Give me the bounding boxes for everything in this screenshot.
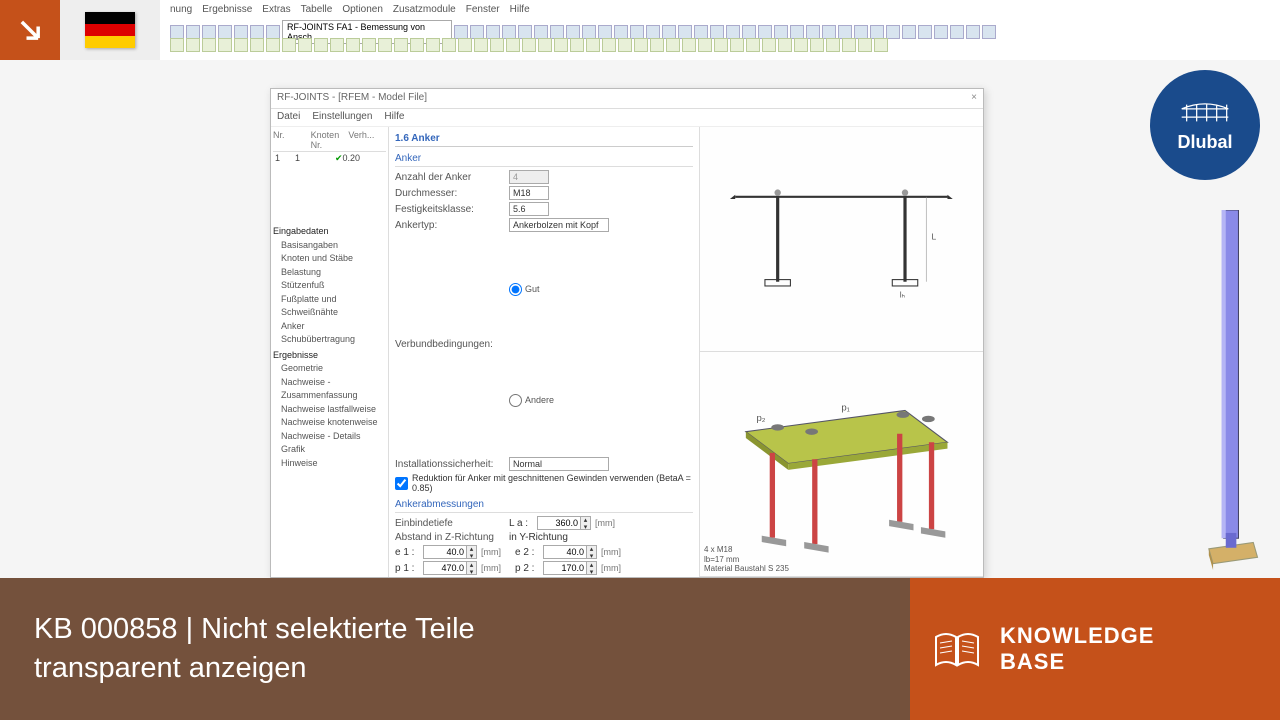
- dialog-menu[interactable]: DateiEinstellungenHilfe: [271, 109, 983, 127]
- anchor-type-select[interactable]: Ankerbolzen mit Kopf: [509, 218, 609, 232]
- app-menubar[interactable]: nungErgebnisseExtrasTabelleOptionenZusat…: [170, 4, 530, 15]
- form-title: 1.6 Anker: [395, 131, 693, 147]
- footer-banner: KB 000858 | Nicht selektierte Teiletrans…: [0, 578, 1280, 720]
- svg-text:lₕ: lₕ: [900, 289, 905, 299]
- rf-joints-dialog: RF-JOINTS - [RFEM - Model File] × DateiE…: [270, 88, 984, 578]
- p1-input[interactable]: ▴▾: [423, 561, 477, 575]
- diameter-select[interactable]: M18: [509, 186, 549, 200]
- preview-2d: L lₕ: [700, 127, 983, 352]
- model-viewport[interactable]: [1190, 200, 1270, 570]
- close-icon[interactable]: ×: [971, 92, 977, 105]
- svg-text:p₁: p₁: [842, 403, 851, 414]
- e1-input[interactable]: ▴▾: [423, 545, 477, 559]
- dialog-titlebar: RF-JOINTS - [RFEM - Model File] ×: [271, 89, 983, 109]
- install-select[interactable]: Normal: [509, 457, 609, 471]
- form-panel: 1.6 Anker Anker Anzahl der Anker4 Durchm…: [389, 127, 699, 577]
- corner-icon: [0, 0, 60, 60]
- reduction-checkbox[interactable]: [395, 477, 408, 490]
- preview-panel: L lₕ: [699, 127, 983, 577]
- nav-tree[interactable]: Nr.Knoten Nr.Verh... 11✔0.20 Eingabedate…: [271, 127, 389, 577]
- preview-3d: p₁ p₂ 4 x M18 lb=17 mm Material Baustahl…: [700, 352, 983, 577]
- embed-input[interactable]: ▴▾: [537, 516, 591, 530]
- p2-input[interactable]: ▴▾: [543, 561, 597, 575]
- svg-text:L: L: [932, 231, 937, 241]
- anchor-count: 4: [509, 170, 549, 184]
- e2-input[interactable]: ▴▾: [543, 545, 597, 559]
- book-icon: [932, 624, 982, 674]
- bond-radio[interactable]: Gut Andere: [509, 234, 554, 455]
- svg-text:p₂: p₂: [757, 414, 766, 425]
- toolbar-2[interactable]: [170, 38, 888, 52]
- dlubal-logo: Dlubal: [1150, 70, 1260, 180]
- language-flag[interactable]: [60, 0, 160, 60]
- strength-select[interactable]: 5.6: [509, 202, 549, 216]
